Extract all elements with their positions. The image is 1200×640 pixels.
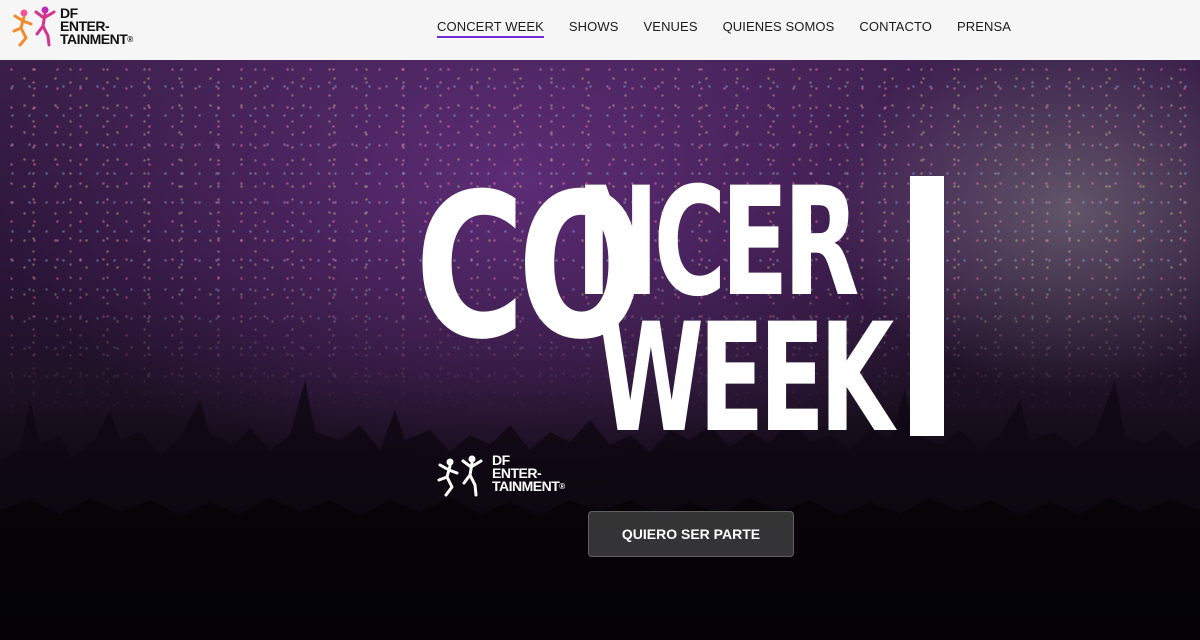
hero-logo-trademark: ® [559,482,565,491]
nav-item-contacto[interactable]: CONTACTO [859,0,932,41]
dancing-figures-icon [437,455,483,497]
nav-item-prensa[interactable]: PRENSA [957,0,1011,41]
brand-logo[interactable]: DF ENTER- TAINMENT® [10,4,150,50]
main-nav: CONCERT WEEK SHOWS VENUES QUIENES SOMOS … [437,0,1036,60]
brand-trademark: ® [127,35,133,44]
hero-logo-line3: TAINMENT [492,478,560,494]
hero-banner: CO NCER WEEK DF ENTER- TAINMENT® QUIERO … [0,60,1200,640]
dancing-figures-icon [12,6,56,47]
top-navigation-bar: DF ENTER- TAINMENT® CONCERT WEEK SHOWS V… [0,0,1200,60]
hero-title-letter-t-stem [910,176,944,436]
hero-brand-wordmark: DF ENTER- TAINMENT® [492,453,565,494]
brand-wordmark: DF ENTER- TAINMENT® [60,6,133,47]
hero-brand-logo: DF ENTER- TAINMENT® [434,452,584,498]
nav-item-venues[interactable]: VENUES [644,0,698,41]
nav-item-quienes-somos[interactable]: QUIENES SOMOS [723,0,835,41]
nav-item-shows[interactable]: SHOWS [569,0,619,41]
nav-item-concert-week[interactable]: CONCERT WEEK [437,0,544,41]
brand-name-line3: TAINMENT [60,31,128,47]
hero-title-week: WEEK [598,292,894,466]
join-cta-button[interactable]: QUIERO SER PARTE [588,511,794,557]
